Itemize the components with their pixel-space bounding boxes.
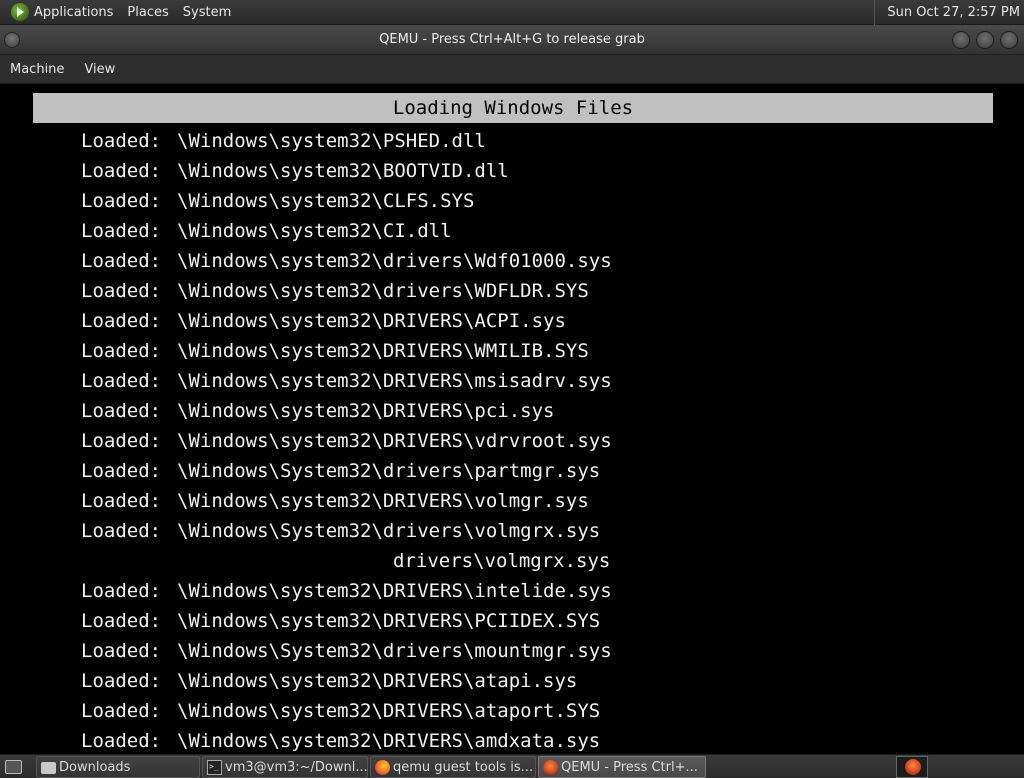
boot-line-path: \Windows\system32\DRIVERS\volmgr.sys [177, 490, 589, 512]
boot-line-prefix: Loaded: [81, 190, 162, 212]
boot-line-prefix: Loaded: [81, 460, 162, 482]
boot-file-list: Loaded: \Windows\system32\PSHED.dll Loaded… [0, 126, 1024, 754]
boot-line-path: \Windows\system32\PSHED.dll [177, 130, 486, 152]
boot-line-prefix: Loaded: [81, 640, 162, 662]
show-desktop-button[interactable] [2, 756, 24, 778]
boot-line-path: \Windows\system32\drivers\WDFLDR.SYS [177, 280, 589, 302]
boot-line-path: \Windows\system32\DRIVERS\PCIIDEX.SYS [177, 610, 601, 632]
boot-line: drivers\volmgrx.sys [0, 546, 1024, 576]
boot-line-prefix: Loaded: [81, 700, 162, 722]
boot-line: Loaded: \Windows\system32\BOOTVID.dll [0, 156, 1024, 186]
gnome-menu-icon[interactable] [11, 3, 29, 21]
show-desktop-icon [5, 760, 22, 774]
boot-line-path: \Windows\system32\DRIVERS\ataport.SYS [177, 700, 601, 722]
boot-line: Loaded: \Windows\system32\DRIVERS\msisadr… [0, 366, 1024, 396]
firefox-icon [375, 760, 390, 775]
places-menu[interactable]: Places [127, 5, 176, 20]
task-qemu[interactable]: QEMU - Press Ctrl+... [538, 756, 706, 778]
boot-line-path: \Windows\system32\DRIVERS\intelide.sys [177, 580, 612, 602]
menu-bar: Machine View [0, 55, 1024, 84]
window-title-bar[interactable]: QEMU - Press Ctrl+Alt+G to release grab [0, 25, 1024, 55]
boot-line-path: \Windows\system32\BOOTVID.dll [177, 160, 509, 182]
boot-line-path: \Windows\System32\drivers\mountmgr.sys [177, 640, 612, 662]
boot-line: Loaded: \Windows\System32\drivers\volmgrx… [0, 516, 1024, 546]
boot-line: Loaded: \Windows\system32\DRIVERS\ataport… [0, 696, 1024, 726]
system-menu[interactable]: System [183, 5, 239, 20]
boot-line-prefix: Loaded: [81, 280, 162, 302]
boot-line: Loaded: \Windows\system32\CI.dll [0, 216, 1024, 246]
boot-line: Loaded: \Windows\system32\DRIVERS\pci.sys [0, 396, 1024, 426]
boot-line-prefix: Loaded: [81, 250, 162, 272]
task-terminal[interactable]: >_ vm3@vm3:~/Downl... [202, 756, 368, 778]
boot-line-prefix: Loaded: [81, 610, 162, 632]
task-label: QEMU - Press Ctrl+... [561, 760, 698, 775]
boot-line-path: \Windows\system32\DRIVERS\vdrvroot.sys [177, 430, 612, 452]
boot-line-prefix: Loaded: [81, 670, 162, 692]
boot-line-path: \Windows\System32\drivers\volmgrx.sys [177, 520, 601, 542]
boot-line-prefix: Loaded: [81, 130, 162, 152]
boot-line-prefix: Loaded: [81, 520, 162, 542]
task-firefox[interactable]: qemu guest tools is... [370, 756, 536, 778]
top-panel: Applications Places System Sun Oct 27, 2… [0, 0, 1024, 25]
tray-qemu-applet[interactable] [896, 756, 928, 778]
applications-menu[interactable]: Applications [34, 5, 121, 20]
boot-line: Loaded: \Windows\system32\DRIVERS\atapi.s… [0, 666, 1024, 696]
boot-line-prefix: Loaded: [81, 580, 162, 602]
boot-line-path: \Windows\system32\CI.dll [177, 220, 452, 242]
boot-line: Loaded: \Windows\system32\DRIVERS\volmgr.… [0, 486, 1024, 516]
boot-line-prefix: Loaded: [81, 340, 162, 362]
boot-line-path: \Windows\system32\drivers\Wdf01000.sys [177, 250, 612, 272]
boot-line-prefix: Loaded: [81, 370, 162, 392]
boot-line-path: \Windows\system32\DRIVERS\pci.sys [177, 400, 555, 422]
maximize-button[interactable] [976, 31, 994, 49]
boot-line-prefix: Loaded: [81, 400, 162, 422]
loading-header: Loading Windows Files [33, 93, 993, 123]
boot-line: Loaded: \Windows\system32\DRIVERS\WMILIB.… [0, 336, 1024, 366]
menu-view[interactable]: View [74, 62, 125, 77]
boot-line-path: \Windows\system32\DRIVERS\msisadrv.sys [177, 370, 612, 392]
window-title: QEMU - Press Ctrl+Alt+G to release grab [379, 32, 645, 47]
panel-clock[interactable]: Sun Oct 27, 2:57 PM [874, 0, 1020, 25]
qemu-icon [905, 759, 921, 775]
boot-line-prefix: Loaded: [81, 730, 162, 752]
task-label: Downloads [59, 760, 131, 775]
boot-line-path: \Windows\system32\DRIVERS\ACPI.sys [177, 310, 566, 332]
minimize-button[interactable] [952, 31, 970, 49]
boot-line-path: drivers\volmgrx.sys [393, 550, 611, 572]
boot-line-prefix: Loaded: [81, 430, 162, 452]
boot-line: Loaded: \Windows\system32\DRIVERS\vdrvroo… [0, 426, 1024, 456]
boot-line-prefix: Loaded: [81, 220, 162, 242]
bottom-taskbar: Downloads >_ vm3@vm3:~/Downl... qemu gue… [0, 754, 1024, 778]
terminal-icon: >_ [207, 760, 222, 775]
boot-line-prefix: Loaded: [81, 490, 162, 512]
boot-line: Loaded: \Windows\system32\DRIVERS\PCIIDEX… [0, 606, 1024, 636]
boot-line: Loaded: \Windows\system32\drivers\WDFLDR.… [0, 276, 1024, 306]
boot-line-path: \Windows\system32\CLFS.SYS [177, 190, 475, 212]
boot-line-path: \Windows\system32\DRIVERS\WMILIB.SYS [177, 340, 589, 362]
qemu-icon [543, 760, 558, 775]
task-label: qemu guest tools is... [393, 760, 534, 775]
folder-icon [41, 762, 56, 774]
close-button[interactable] [1000, 31, 1018, 49]
boot-line: Loaded: \Windows\system32\DRIVERS\ACPI.sy… [0, 306, 1024, 336]
boot-line: Loaded: \Windows\system32\DRIVERS\amdxata… [0, 726, 1024, 754]
task-label: vm3@vm3:~/Downl... [225, 760, 368, 775]
boot-line: Loaded: \Windows\System32\drivers\partmgr… [0, 456, 1024, 486]
boot-line-path: \Windows\System32\drivers\partmgr.sys [177, 460, 601, 482]
boot-line-prefix: Loaded: [81, 310, 162, 332]
boot-line: Loaded: \Windows\System32\drivers\mountmg… [0, 636, 1024, 666]
boot-line: Loaded: \Windows\system32\drivers\Wdf0100… [0, 246, 1024, 276]
vm-display[interactable]: Loading Windows Files Loaded: \Windows\sy… [0, 84, 1024, 754]
menu-machine[interactable]: Machine [0, 62, 74, 77]
boot-line-path: \Windows\system32\DRIVERS\amdxata.sys [177, 730, 601, 752]
qemu-desktop-screen: Applications Places System Sun Oct 27, 2… [0, 0, 1024, 778]
task-downloads[interactable]: Downloads [36, 756, 200, 778]
boot-line: Loaded: \Windows\system32\DRIVERS\intelid… [0, 576, 1024, 606]
boot-line: Loaded: \Windows\system32\CLFS.SYS [0, 186, 1024, 216]
boot-line-prefix: Loaded: [81, 160, 162, 182]
boot-line-path: \Windows\system32\DRIVERS\atapi.sys [177, 670, 578, 692]
boot-line: Loaded: \Windows\system32\PSHED.dll [0, 126, 1024, 156]
